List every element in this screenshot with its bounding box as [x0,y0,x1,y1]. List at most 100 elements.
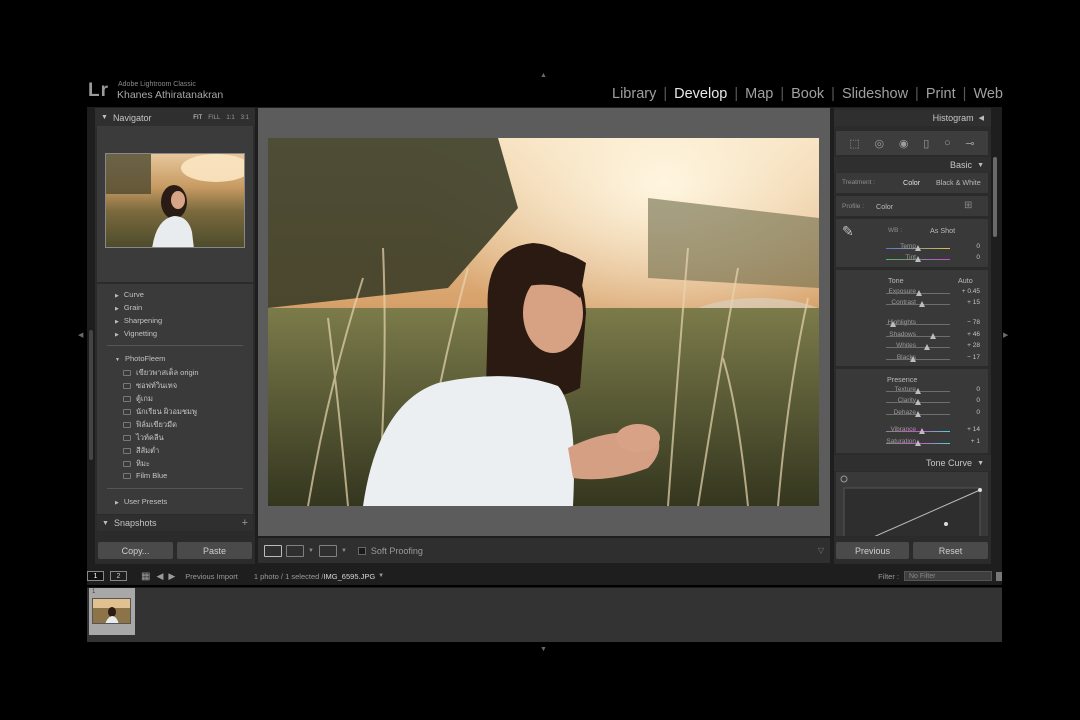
forward-arrow-icon[interactable]: ▶ [168,571,175,582]
slider-contrast[interactable]: Contrast + 15 [836,299,988,310]
module-slideshow[interactable]: Slideshow [842,86,908,102]
slider-value[interactable]: 0 [976,397,980,404]
preset-item[interactable]: เขียวพาสเต็ล origin [123,367,199,379]
slider-value[interactable]: + 46 [967,331,980,338]
slider-value[interactable]: 0 [976,386,980,393]
spot-removal-icon[interactable]: ◎ [875,137,885,150]
preset-group-sharpening[interactable]: ▶ Sharpening [115,316,162,325]
main-photo[interactable] [268,138,819,506]
navigator-header[interactable]: ▼ Navigator FIT FILL 1:1 3:1 [95,108,255,127]
graduated-filter-icon[interactable]: ▯ [923,137,929,150]
slider-track[interactable] [886,399,950,405]
module-library[interactable]: Library [612,86,656,102]
slider-knob[interactable] [909,356,916,362]
wb-eyedropper-icon[interactable]: ✎ [842,223,854,240]
radial-filter-icon[interactable]: ○ [944,137,951,149]
preset-group-user-presets[interactable]: ▶ User Presets [115,497,167,506]
preset-group-vignetting[interactable]: ▶ Vignetting [115,329,157,338]
module-book[interactable]: Book [791,86,824,102]
slider-track[interactable] [886,440,950,446]
loupe-view-icon[interactable] [264,544,282,557]
right-panel-toggle-icon[interactable]: ▶ [1003,332,1008,339]
filmstrip-source[interactable]: Previous Import [185,572,238,581]
slider-knob[interactable] [919,301,926,307]
slider-knob[interactable] [915,440,921,446]
module-map[interactable]: Map [745,86,773,102]
slider-value[interactable]: + 14 [967,426,980,433]
slider-saturation[interactable]: Saturation + 1 [836,438,988,449]
slider-knob[interactable] [929,333,936,339]
toolbar-menu-icon[interactable]: ▽ [818,546,824,555]
left-panel-scrollbar[interactable] [89,330,93,460]
preset-item[interactable]: หิมะ [123,458,150,470]
slider-shadows[interactable]: Shadows + 46 [836,331,988,342]
slider-track[interactable] [886,428,950,434]
module-develop[interactable]: Develop [674,86,727,102]
navigator-thumbnail[interactable] [105,153,245,248]
tone-curve-header[interactable]: Tone Curve ▼ [834,455,991,471]
slider-track[interactable] [886,333,950,339]
profile-select[interactable]: Color [876,202,893,211]
preset-item[interactable]: Film Blue [123,471,167,480]
slider-whites[interactable]: Whites + 28 [836,342,988,353]
slider-value[interactable]: 0 [976,409,980,416]
filmstrip-filename[interactable]: IMG_6595.JPG [323,572,375,581]
reset-button[interactable]: Reset [913,542,988,559]
preset-item[interactable]: ฟิล์มเขียวมืด [123,419,177,431]
histogram-header[interactable]: Histogram ◀ [834,110,991,126]
basic-header[interactable]: Basic ▼ [834,157,991,173]
slider-track[interactable] [886,356,950,362]
slider-track[interactable] [886,411,950,417]
preset-folder-photofleem[interactable]: ▼ PhotoFleem [115,354,165,363]
crop-tool-icon[interactable]: ⬚ [849,137,859,150]
slider-value[interactable]: 0 [976,243,980,250]
preset-item[interactable]: นักเรียน ผิวอมชมพู [123,406,197,418]
slider-knob[interactable] [915,411,921,417]
adjustment-brush-icon[interactable]: ⊸ [965,137,974,150]
profile-browser-icon[interactable]: ⊞ [964,200,972,211]
add-snapshot-icon[interactable]: + [242,517,248,529]
zoom-1-1[interactable]: 1:1 [226,115,234,121]
top-panel-toggle-icon[interactable]: ▲ [540,72,547,79]
filmstrip-thumbnail[interactable] [92,598,131,624]
module-print[interactable]: Print [926,86,956,102]
tone-curve-graph[interactable] [836,472,988,536]
slider-track[interactable] [886,388,950,394]
slider-knob[interactable] [915,388,921,394]
slider-value[interactable]: − 78 [967,319,980,326]
slider-track[interactable] [886,256,950,262]
chevron-down-icon[interactable]: ▼ [341,548,347,554]
grid-view-icon[interactable]: ▦ [141,571,150,582]
previous-button[interactable]: Previous [836,542,909,559]
preset-item[interactable]: ซอฟท์วินเทจ [123,380,177,392]
preset-item[interactable]: สีส้มต่ำ [123,445,159,457]
slider-track[interactable] [886,245,950,251]
slider-track[interactable] [886,344,950,350]
slider-texture[interactable]: Texture 0 [836,386,988,397]
slider-exposure[interactable]: Exposure + 0.45 [836,288,988,299]
bottom-panel-toggle-icon[interactable]: ▼ [540,646,547,653]
zoom-3-1[interactable]: 3:1 [241,115,249,121]
preset-item[interactable]: ไวท์คลีน [123,432,164,444]
slider-knob[interactable] [915,245,921,251]
filter-lock-icon[interactable] [996,571,1002,581]
slider-track[interactable] [886,321,950,327]
soft-proofing-checkbox[interactable] [357,546,366,555]
main-window-button[interactable]: 1 [87,571,104,581]
slider-temp[interactable]: Temp 0 [836,243,988,254]
slider-vibrance[interactable]: Vibrance + 14 [836,426,988,437]
slider-value[interactable]: − 17 [967,354,980,361]
tone-auto-button[interactable]: Auto [958,276,973,285]
before-after-swap-icon[interactable] [318,544,337,557]
slider-value[interactable]: + 28 [967,342,980,349]
slider-knob[interactable] [915,399,921,405]
secondary-window-button[interactable]: 2 [110,571,127,581]
back-arrow-icon[interactable]: ◀ [156,571,163,582]
slider-value[interactable]: 0 [976,254,980,261]
wb-select[interactable]: As Shot [930,226,955,235]
slider-value[interactable]: + 0.45 [962,288,980,295]
slider-highlights[interactable]: Highlights − 78 [836,319,988,330]
slider-knob[interactable] [890,321,897,327]
chevron-down-icon[interactable]: ▼ [378,573,384,579]
zoom-fill[interactable]: FILL [208,115,220,121]
